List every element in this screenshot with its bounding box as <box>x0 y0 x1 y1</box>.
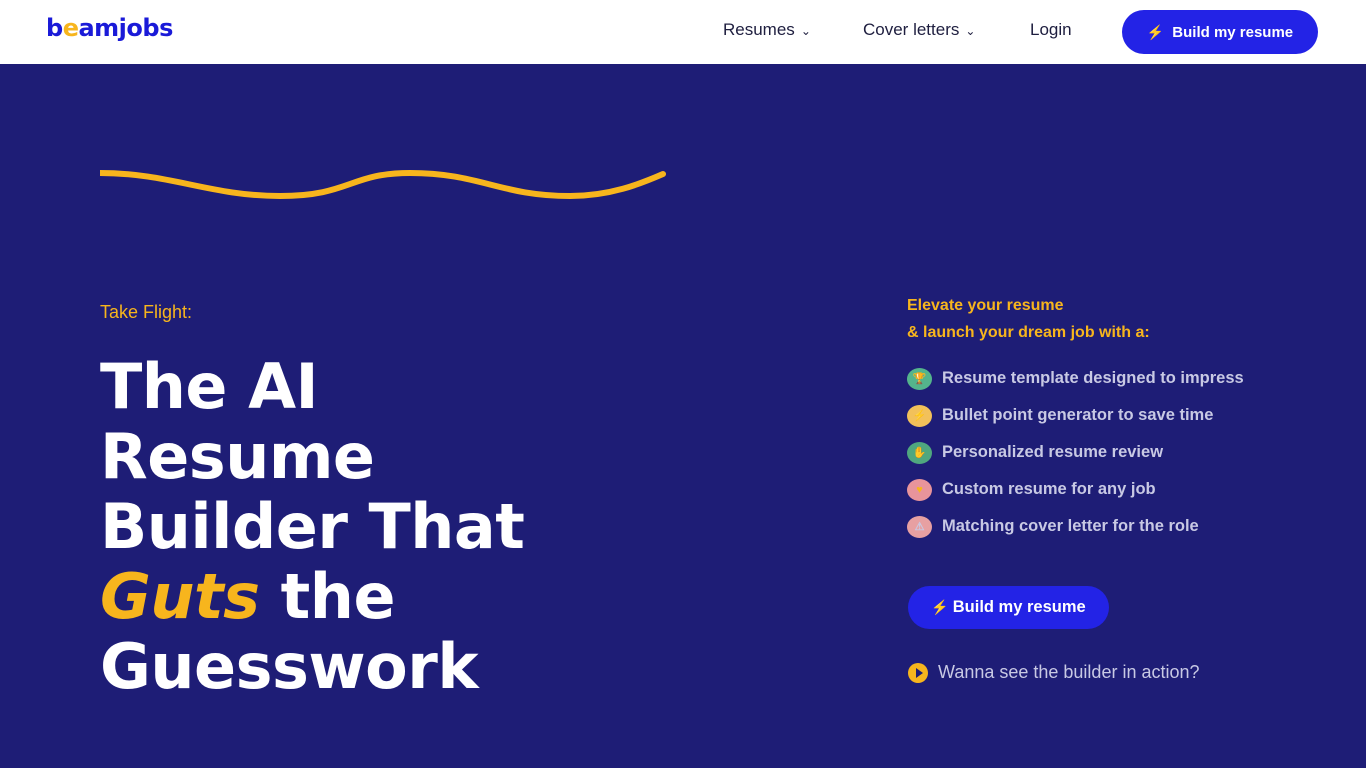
wave-decoration <box>100 169 666 200</box>
warning-icon: ⚠ <box>907 515 932 538</box>
nav-login[interactable]: Login <box>1030 20 1072 40</box>
list-item: ⚡ Bullet point generator to save time <box>907 397 1244 434</box>
list-item: ♥ Custom resume for any job <box>907 471 1244 508</box>
build-resume-label: Build my resume <box>952 598 1086 616</box>
lightning-icon: ⚡ <box>907 404 932 427</box>
trophy-icon: 🏆 <box>907 367 932 390</box>
hand-icon: ✋ <box>907 441 932 464</box>
lightning-bolt-icon: ⚡ <box>931 599 949 615</box>
build-resume-label: Build my resume <box>1172 23 1294 41</box>
feature-list: 🏆 Resume template designed to impress ⚡ … <box>907 360 1244 545</box>
hero-eyebrow: Take Flight: <box>100 302 193 322</box>
build-resume-button[interactable]: ⚡ Build my resume <box>908 586 1109 629</box>
list-item: ✋ Personalized resume review <box>907 434 1244 471</box>
nav-cover-letters[interactable]: Cover letters ⌄ <box>863 20 975 40</box>
play-icon <box>908 662 928 683</box>
nav-resumes-label: Resumes <box>723 20 795 39</box>
watch-demo-label: Wanna see the builder in action? <box>938 662 1200 682</box>
side-heading: Elevate your resume & launch your dream … <box>907 297 1150 341</box>
nav-resumes[interactable]: Resumes ⌄ <box>723 20 811 40</box>
hero-title-accent: Guts <box>100 560 260 633</box>
list-item: 🏆 Resume template designed to impress <box>907 360 1244 397</box>
hero-title: The AI Resume Builder That Guts the Gues… <box>100 350 525 703</box>
build-resume-button-header[interactable]: ⚡ Build my resume <box>1122 10 1318 54</box>
watch-demo-link[interactable]: Wanna see the builder in action? <box>908 662 1200 683</box>
chevron-down-icon: ⌄ <box>965 24 976 38</box>
nav-cover-letters-label: Cover letters <box>863 20 960 39</box>
list-item: ⚠ Matching cover letter for the role <box>907 508 1244 545</box>
beamjobs-logo[interactable]: beamjobs <box>46 14 173 42</box>
heart-icon: ♥ <box>907 478 932 501</box>
lightning-bolt-icon: ⚡ <box>1146 23 1165 40</box>
nav-login-label: Login <box>1030 20 1072 39</box>
top-navbar: beamjobs Resumes ⌄ Cover letters ⌄ Login… <box>0 0 1366 64</box>
chevron-down-icon: ⌄ <box>800 24 811 38</box>
